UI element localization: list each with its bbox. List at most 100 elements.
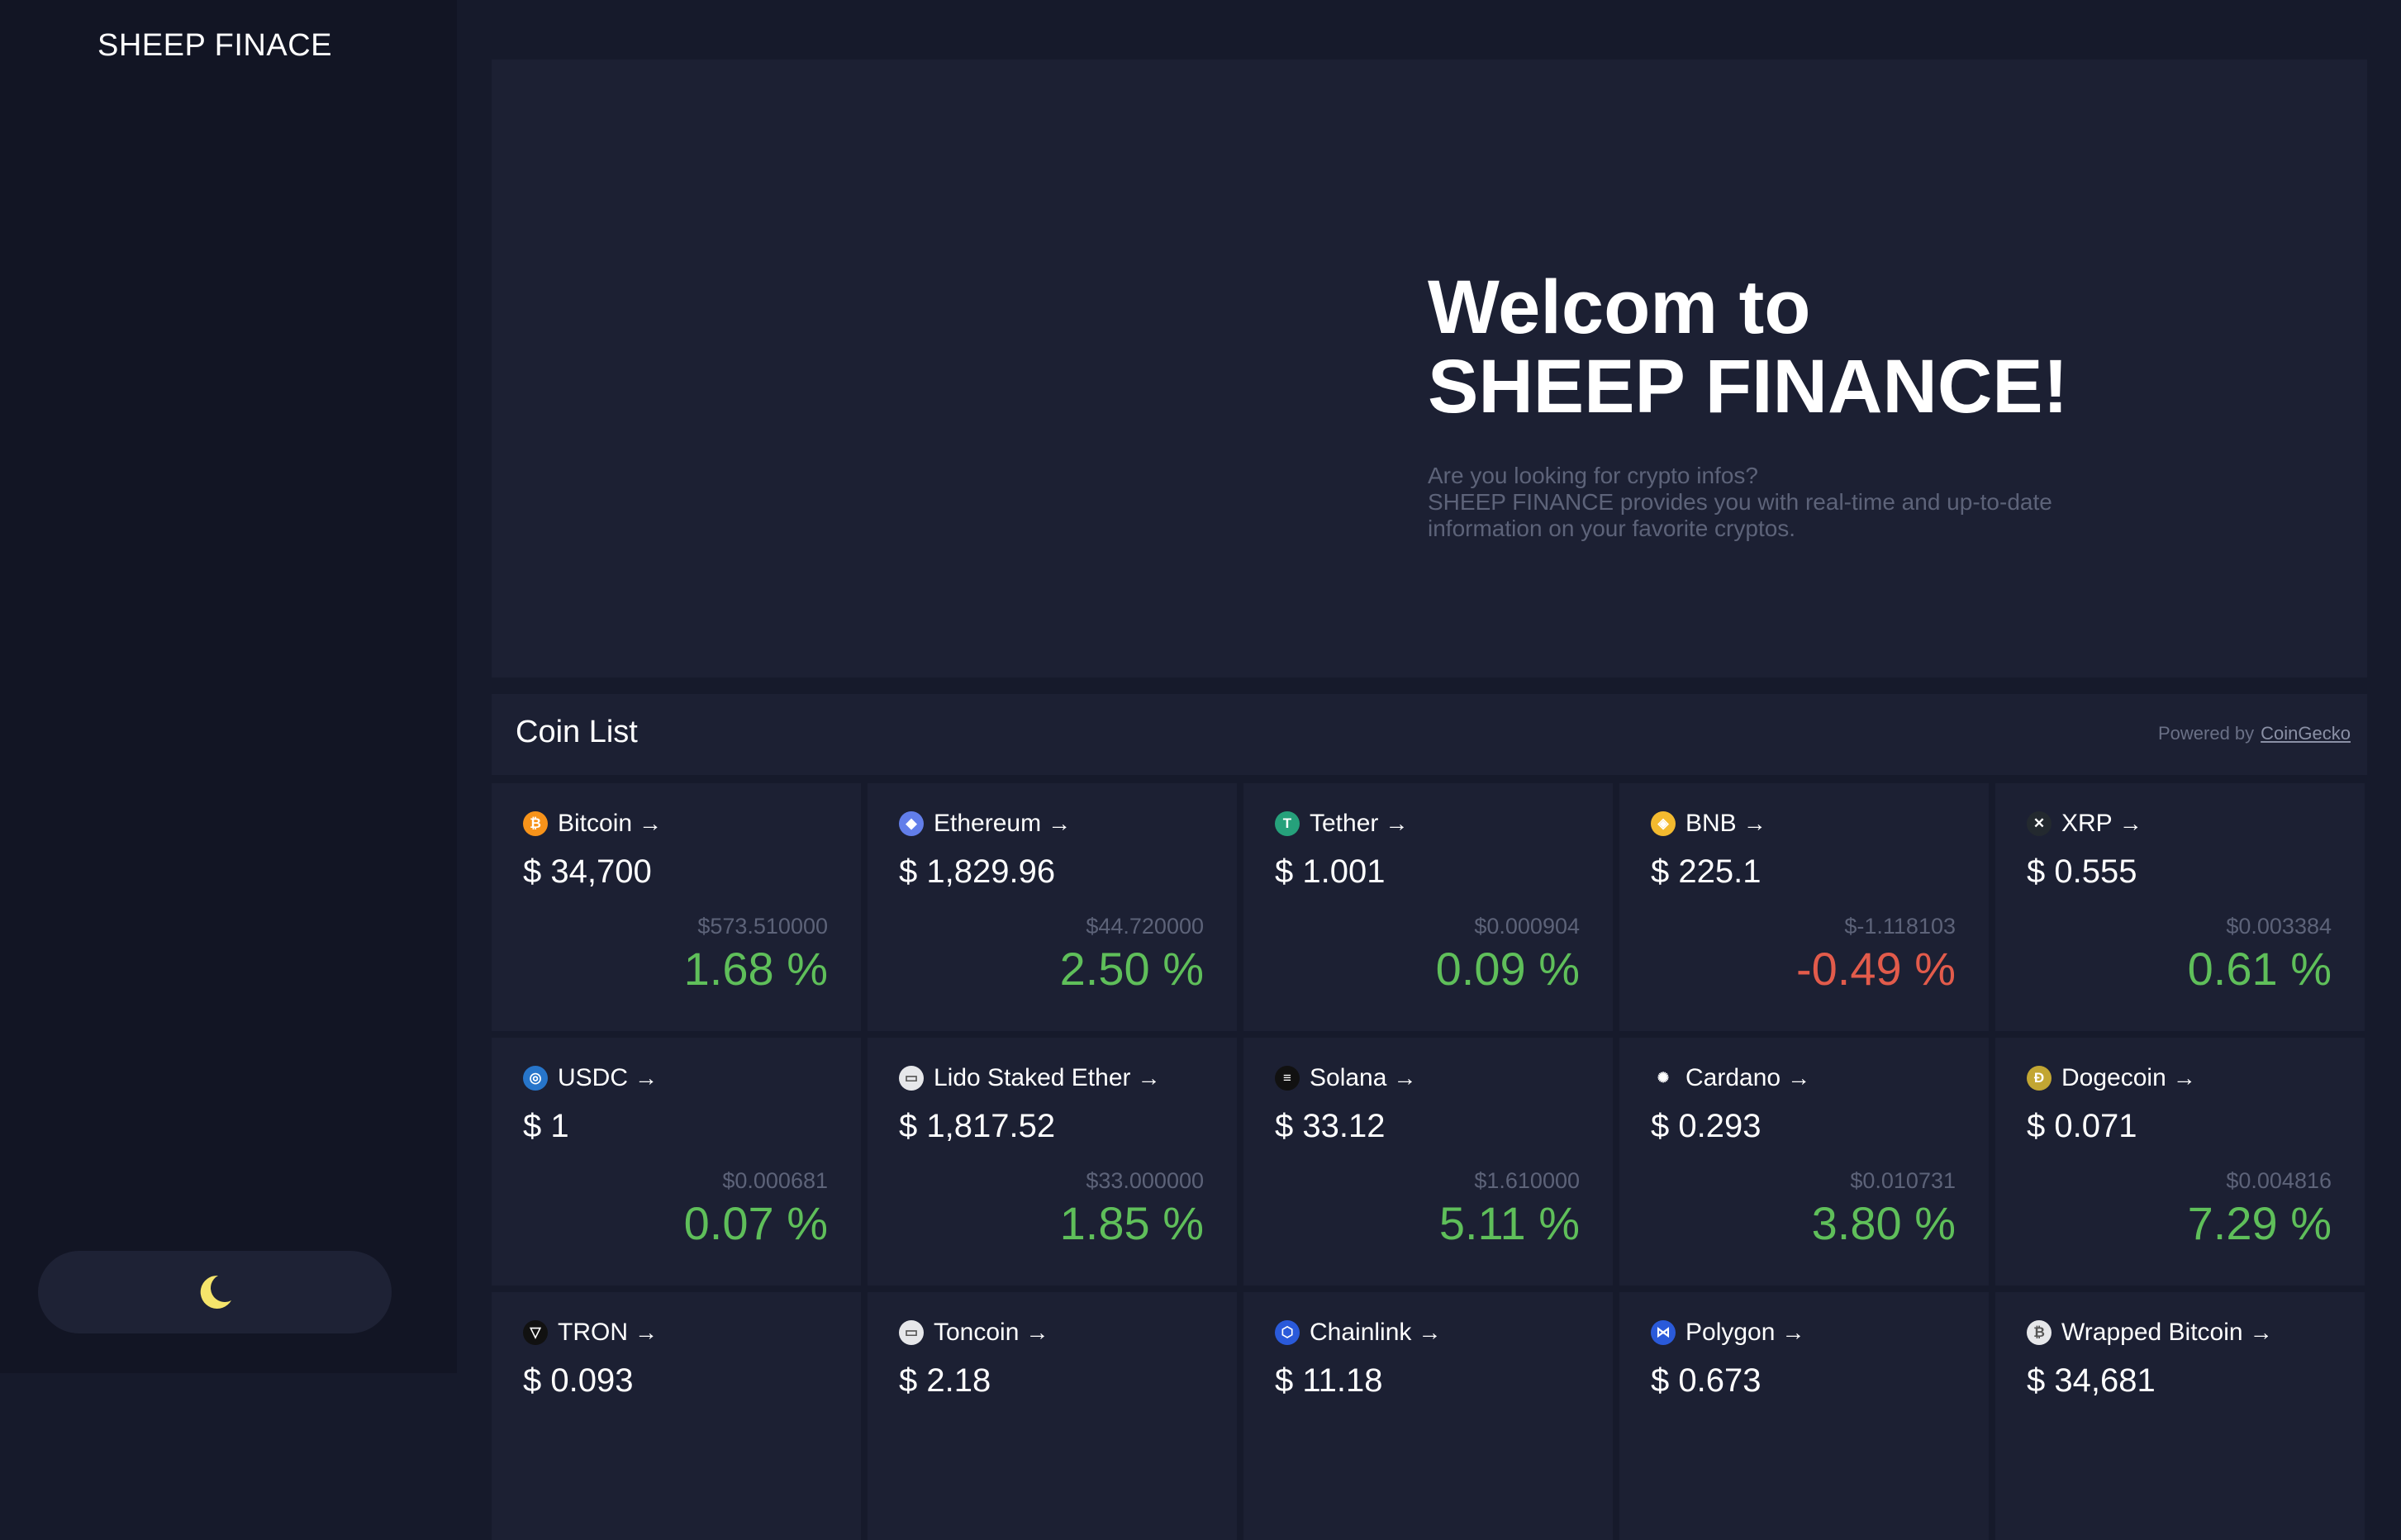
arrow-right-icon: → xyxy=(2118,810,2142,836)
coin-name: Toncoin xyxy=(934,1319,1020,1346)
coin-card-lido-staked-ether[interactable]: ▭ Lido Staked Ether → $ 1,817.52 $33.000… xyxy=(868,1038,1237,1286)
arrow-right-icon: → xyxy=(1137,1065,1161,1091)
coin-name: Bitcoin xyxy=(558,810,633,837)
coin-change-pct: 2.50 % xyxy=(1059,943,1204,995)
arrow-right-icon: → xyxy=(635,1065,658,1091)
arrow-right-icon: → xyxy=(1787,1065,1811,1091)
coin-name-row[interactable]: ₿ Bitcoin → xyxy=(523,810,662,838)
coin-name-row[interactable]: Ð Dogecoin → xyxy=(2027,1064,2196,1092)
arrow-right-icon: → xyxy=(2249,1319,2273,1345)
coin-price: $ 225.1 xyxy=(1651,853,1762,890)
coin-name: Ethereum xyxy=(934,810,1042,837)
coin-price: $ 1,829.96 xyxy=(899,853,1056,890)
coin-name-row[interactable]: ◈ BNB → xyxy=(1651,810,1766,838)
coingecko-link[interactable]: CoinGecko xyxy=(2261,723,2351,744)
coin-card-polygon[interactable]: ⋈ Polygon → $ 0.673 xyxy=(1619,1292,1989,1540)
coin-price: $ 34,681 xyxy=(2027,1362,2156,1399)
coin-change-pct: 1.68 % xyxy=(683,943,828,995)
coin-change-abs: $0.000904 xyxy=(1474,914,1580,939)
coin-card-tether[interactable]: T Tether → $ 1.001 $0.000904 0.09 % xyxy=(1243,783,1613,1031)
coin-name-row[interactable]: ₿ Wrapped Bitcoin → xyxy=(2027,1319,2273,1347)
coin-card-solana[interactable]: ≡ Solana → $ 33.12 $1.610000 5.11 % xyxy=(1243,1038,1613,1286)
arrow-right-icon: → xyxy=(1418,1319,1442,1345)
xrp-icon: ✕ xyxy=(2027,811,2052,836)
coin-change-pct: 3.80 % xyxy=(1811,1197,1956,1249)
coin-change-abs: $0.000681 xyxy=(722,1168,828,1193)
coin-price: $ 0.293 xyxy=(1651,1108,1762,1144)
coin-name: Dogecoin xyxy=(2061,1064,2166,1091)
arrow-right-icon: → xyxy=(1781,1319,1805,1345)
hero-banner: Welcom to SHEEP FINANCE! Are you looking… xyxy=(492,59,2367,677)
coin-name: Cardano xyxy=(1685,1064,1781,1091)
coin-list-header: Coin List Powered by CoinGecko xyxy=(492,694,2367,775)
coin-change-abs: $44.720000 xyxy=(1086,914,1204,939)
coin-name-row[interactable]: ≡ Solana → xyxy=(1275,1064,1416,1092)
coin-change-abs: $-1.118103 xyxy=(1844,914,1956,939)
arrow-right-icon: → xyxy=(1393,1065,1417,1091)
coin-card-ethereum[interactable]: ◆ Ethereum → $ 1,829.96 $44.720000 2.50 … xyxy=(868,783,1237,1031)
coin-name: USDC xyxy=(558,1064,629,1091)
coin-name-row[interactable]: T Tether → xyxy=(1275,810,1408,838)
coin-name: Tether xyxy=(1310,810,1379,837)
coin-name-row[interactable]: ◎ USDC → xyxy=(523,1064,658,1092)
coin-name-row[interactable]: ✺ Cardano → xyxy=(1651,1064,1810,1092)
coin-card-dogecoin[interactable]: Ð Dogecoin → $ 0.071 $0.004816 7.29 % xyxy=(1995,1038,2365,1286)
solana-icon: ≡ xyxy=(1275,1066,1300,1091)
coin-name-row[interactable]: ▽ TRON → xyxy=(523,1319,658,1347)
coin-card-usdc[interactable]: ◎ USDC → $ 1 $0.000681 0.07 % xyxy=(492,1038,861,1286)
coin-price: $ 0.093 xyxy=(523,1362,634,1399)
coin-change-pct: 5.11 % xyxy=(1438,1197,1580,1249)
coin-price: $ 11.18 xyxy=(1275,1362,1383,1399)
main-content: Welcom to SHEEP FINANCE! Are you looking… xyxy=(457,0,2401,1540)
coin-price: $ 0.555 xyxy=(2027,853,2137,890)
tron-icon: ▽ xyxy=(523,1320,548,1345)
coin-price: $ 33.12 xyxy=(1275,1108,1386,1144)
coin-price: $ 1,817.52 xyxy=(899,1108,1056,1144)
coin-name-row[interactable]: ◆ Ethereum → xyxy=(899,810,1071,838)
bnb-icon: ◈ xyxy=(1651,811,1676,836)
wrapped-bitcoin-icon: ₿ xyxy=(2027,1320,2052,1345)
coin-change-abs: $0.003384 xyxy=(2226,914,2332,939)
coin-price: $ 0.673 xyxy=(1651,1362,1762,1399)
coin-name-row[interactable]: ✕ XRP → xyxy=(2027,810,2142,838)
polygon-icon: ⋈ xyxy=(1651,1320,1676,1345)
coin-card-chainlink[interactable]: ⬡ Chainlink → $ 11.18 xyxy=(1243,1292,1613,1540)
coin-name: Lido Staked Ether xyxy=(934,1064,1131,1091)
coin-name: Chainlink xyxy=(1310,1319,1412,1346)
sidebar: SHEEP FINACE xyxy=(0,0,457,1373)
arrow-right-icon: → xyxy=(1025,1319,1049,1345)
coin-name: TRON xyxy=(558,1319,628,1346)
hero-title-line2: SHEEP FINANCE! xyxy=(1428,345,2069,429)
coin-change-pct: 7.29 % xyxy=(2187,1197,2332,1249)
brand-logo[interactable]: SHEEP FINACE xyxy=(0,28,430,64)
hero-desc-line1: Are you looking for crypto infos? xyxy=(1428,463,1758,488)
powered-by-label: Powered by xyxy=(2157,723,2255,744)
coin-card-toncoin[interactable]: ▭ Toncoin → $ 2.18 xyxy=(868,1292,1237,1540)
coin-list-title: Coin List xyxy=(516,715,638,749)
coin-name: Solana xyxy=(1310,1064,1387,1091)
arrow-right-icon: → xyxy=(2172,1065,2196,1091)
theme-toggle-button[interactable] xyxy=(38,1251,392,1333)
coin-card-bitcoin[interactable]: ₿ Bitcoin → $ 34,700 $573.510000 1.68 % xyxy=(492,783,861,1031)
coin-name-row[interactable]: ▭ Toncoin → xyxy=(899,1319,1048,1347)
toncoin-icon: ▭ xyxy=(899,1320,924,1345)
coin-price: $ 34,700 xyxy=(523,853,652,890)
coin-name-row[interactable]: ⋈ Polygon → xyxy=(1651,1319,1804,1347)
coin-card-xrp[interactable]: ✕ XRP → $ 0.555 $0.003384 0.61 % xyxy=(1995,783,2365,1031)
coin-price: $ 1.001 xyxy=(1275,853,1386,890)
coin-card-tron[interactable]: ▽ TRON → $ 0.093 xyxy=(492,1292,861,1540)
coin-name-row[interactable]: ⬡ Chainlink → xyxy=(1275,1319,1441,1347)
lido-staked-ether-icon: ▭ xyxy=(899,1066,924,1091)
hero-description: Are you looking for crypto infos? SHEEP … xyxy=(1428,463,2171,542)
dogecoin-icon: Ð xyxy=(2027,1066,2052,1091)
coin-card-wrapped-bitcoin[interactable]: ₿ Wrapped Bitcoin → $ 34,681 xyxy=(1995,1292,2365,1540)
coin-name: XRP xyxy=(2061,810,2113,837)
coin-name: Polygon xyxy=(1685,1319,1776,1346)
coin-card-bnb[interactable]: ◈ BNB → $ 225.1 $-1.118103 -0.49 % xyxy=(1619,783,1989,1031)
bitcoin-icon: ₿ xyxy=(523,811,548,836)
coin-name: Wrapped Bitcoin xyxy=(2061,1319,2243,1346)
coin-change-abs: $1.610000 xyxy=(1474,1168,1580,1193)
coin-card-cardano[interactable]: ✺ Cardano → $ 0.293 $0.010731 3.80 % xyxy=(1619,1038,1989,1286)
coin-change-abs: $33.000000 xyxy=(1086,1168,1204,1193)
coin-name-row[interactable]: ▭ Lido Staked Ether → xyxy=(899,1064,1161,1092)
